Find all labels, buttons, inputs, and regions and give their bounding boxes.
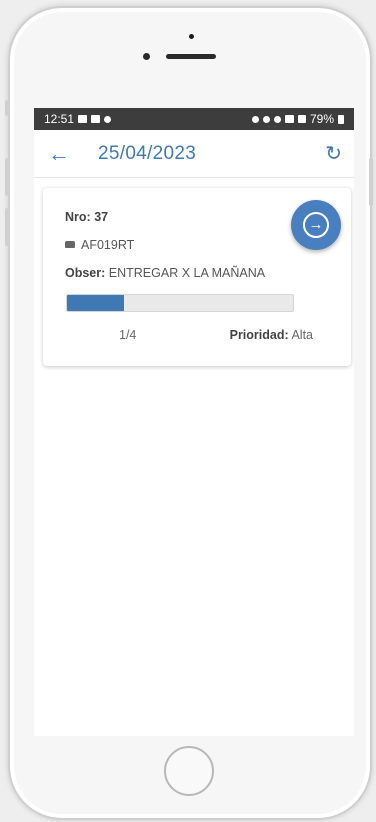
order-number-value: 37 (94, 210, 109, 224)
arrow-circle-right-icon: → (303, 212, 329, 238)
order-number-label: Nro: (65, 210, 91, 224)
battery-icon (338, 114, 344, 124)
observation-text: ENTREGAR X LA MAÑANA (108, 266, 266, 280)
page-title: 25/04/2023 (98, 142, 197, 164)
phone-power-button (369, 158, 373, 206)
vehicle-plate: AF019RT (65, 238, 134, 252)
phone-earpiece (166, 54, 216, 59)
wifi-icon (273, 115, 281, 123)
alarm-icon (251, 115, 259, 123)
refresh-icon[interactable]: ↻ (325, 141, 342, 166)
priority: Prioridad: Alta (230, 328, 313, 342)
arrow-left-icon[interactable]: ← (48, 142, 76, 165)
signal-icon (297, 115, 306, 123)
volte-icon (284, 115, 294, 123)
priority-value: Alta (291, 328, 313, 342)
phone-home-button[interactable] (164, 746, 214, 796)
app-screen: 12:51 79% ← 25/04/2023 ↻ Nro: 37 AF019RT (34, 108, 354, 736)
phone-volume-down (5, 208, 9, 246)
delivery-progress-fill (67, 295, 124, 311)
status-time: 12:51 (44, 112, 75, 126)
image-notification-icon (78, 115, 88, 123)
progress-count: 1/4 (119, 328, 137, 342)
gmail-notification-icon (91, 115, 101, 123)
status-bar: 12:51 79% (34, 108, 354, 130)
priority-label: Prioridad: (229, 328, 289, 342)
car-icon (65, 240, 75, 248)
vehicle-plate-text: AF019RT (81, 238, 135, 252)
phone-volume-up (5, 158, 9, 196)
observation-label: Obser: (65, 266, 106, 280)
chat-notification-icon (104, 115, 112, 123)
order-number: Nro: 37 (65, 210, 108, 224)
order-card[interactable]: Nro: 37 AF019RT Obser: ENTREGAR X LA MAÑ… (43, 188, 351, 366)
delivery-progress-bar (66, 294, 294, 312)
app-bar: ← 25/04/2023 ↻ (34, 130, 354, 178)
bluetooth-icon (262, 115, 270, 123)
phone-sensor (189, 34, 194, 39)
phone-silent-switch (5, 100, 9, 116)
observation: Obser: ENTREGAR X LA MAÑANA (65, 266, 265, 280)
battery-percent: 79% (309, 112, 334, 126)
open-order-button[interactable]: → (291, 200, 341, 250)
phone-front-camera (143, 53, 150, 60)
